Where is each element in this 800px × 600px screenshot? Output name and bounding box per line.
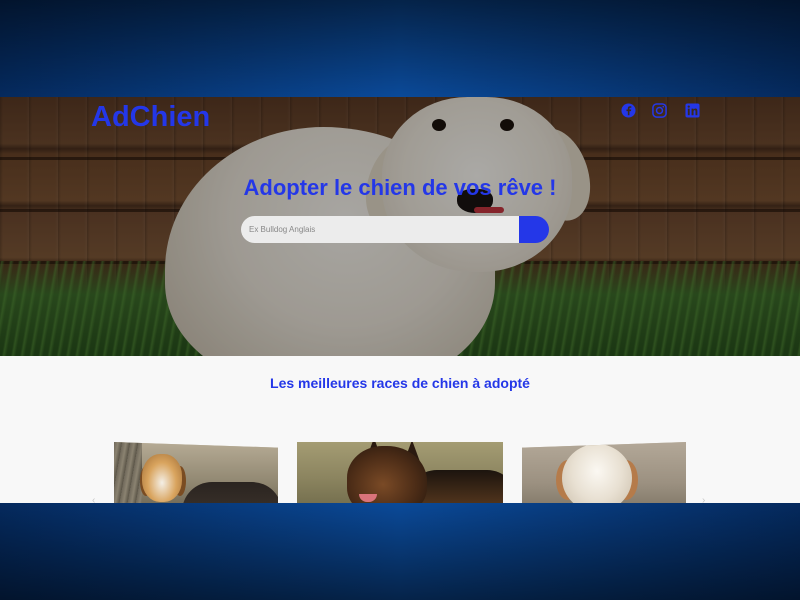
- spaniel-head: [562, 444, 632, 503]
- german-shepherd-card[interactable]: [297, 442, 503, 503]
- beagle-head: [142, 454, 182, 502]
- section-title: Les meilleures races de chien à adopté: [270, 375, 530, 391]
- search-button[interactable]: [519, 216, 549, 243]
- tree-trunk: [114, 442, 142, 503]
- beagle-body: [182, 482, 278, 503]
- carousel-next-arrow[interactable]: ›: [702, 495, 705, 503]
- instagram-icon[interactable]: [651, 102, 667, 118]
- website: AdChien Adopter le chien de vos rêve ! E…: [0, 97, 800, 503]
- beagle-card[interactable]: [114, 442, 278, 503]
- search-input[interactable]: [241, 216, 531, 243]
- facebook-icon[interactable]: [620, 102, 636, 118]
- linkedin-icon[interactable]: [684, 102, 700, 118]
- brand-logo[interactable]: AdChien: [91, 101, 210, 134]
- hero-title: Adopter le chien de vos rêve !: [243, 175, 557, 200]
- search-bar: [241, 216, 549, 243]
- hero-banner: AdChien Adopter le chien de vos rêve !: [0, 97, 800, 356]
- carousel-prev-arrow[interactable]: ‹: [92, 495, 95, 503]
- spaniel-card[interactable]: [522, 442, 686, 503]
